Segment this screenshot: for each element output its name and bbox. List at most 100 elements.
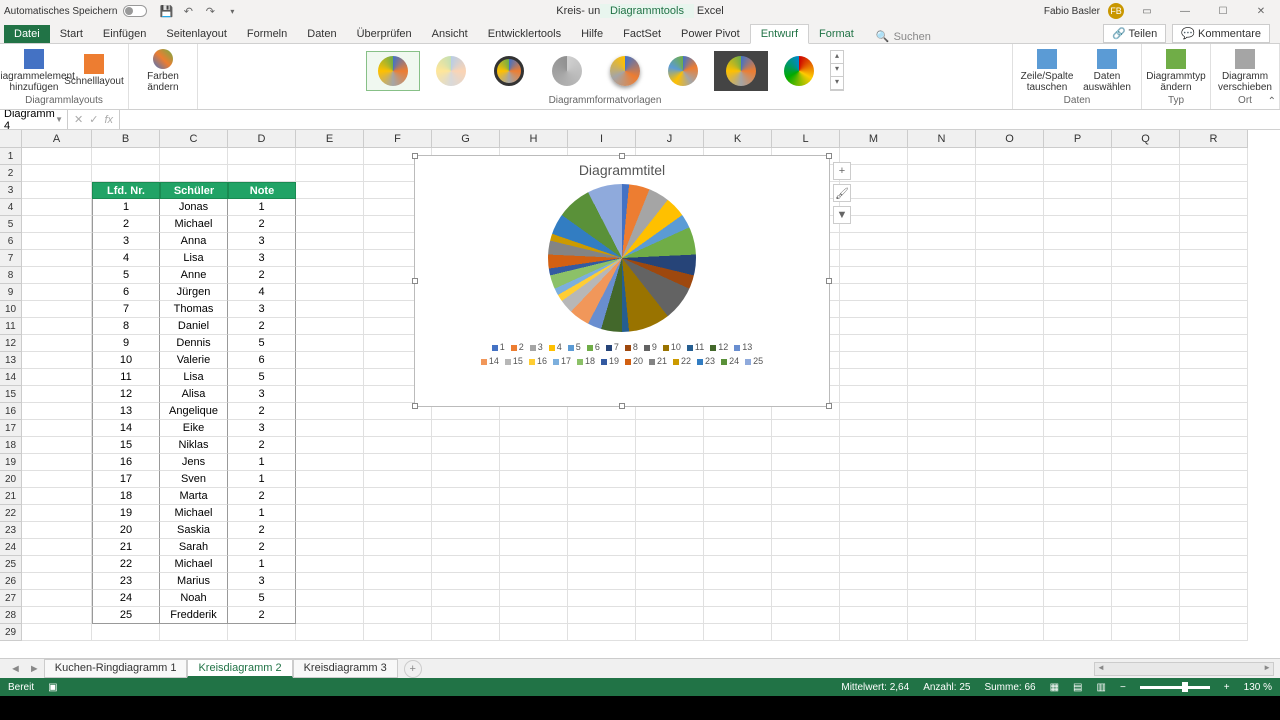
cell[interactable]	[840, 403, 908, 420]
cell[interactable]	[704, 420, 772, 437]
cell[interactable]	[160, 624, 228, 641]
cell[interactable]	[1044, 352, 1112, 369]
cell[interactable]	[364, 624, 432, 641]
tab-ansicht[interactable]: Ansicht	[422, 25, 478, 43]
cell[interactable]	[1044, 607, 1112, 624]
cell[interactable]: 13	[92, 403, 160, 420]
cell[interactable]	[1044, 335, 1112, 352]
cell[interactable]	[432, 556, 500, 573]
tab-formeln[interactable]: Formeln	[237, 25, 297, 43]
cell[interactable]	[296, 352, 364, 369]
column-header[interactable]: E	[296, 130, 364, 148]
add-chart-element-button[interactable]: Diagrammelement hinzufügen	[6, 49, 62, 93]
cell[interactable]	[976, 284, 1044, 301]
cell[interactable]	[1112, 301, 1180, 318]
cell[interactable]	[976, 335, 1044, 352]
cell[interactable]: 17	[92, 471, 160, 488]
pie-chart[interactable]	[548, 184, 696, 332]
fx-icon[interactable]: fx	[104, 114, 113, 126]
cell[interactable]: 15	[92, 437, 160, 454]
cell[interactable]	[296, 471, 364, 488]
chart-title[interactable]: Diagrammtitel	[415, 156, 829, 180]
cell[interactable]	[636, 471, 704, 488]
formula-bar[interactable]	[120, 110, 1280, 129]
change-colors-button[interactable]: Farben ändern	[135, 49, 191, 93]
change-chart-type-button[interactable]: Diagrammtyp ändern	[1148, 49, 1204, 93]
cell[interactable]	[1112, 607, 1180, 624]
cell[interactable]	[1112, 182, 1180, 199]
cell[interactable]	[22, 318, 92, 335]
cell[interactable]	[22, 165, 92, 182]
cell[interactable]: Michael	[160, 556, 228, 573]
cell[interactable]	[976, 148, 1044, 165]
cell[interactable]	[1044, 573, 1112, 590]
cell[interactable]	[1180, 250, 1248, 267]
cell[interactable]	[432, 454, 500, 471]
resize-handle[interactable]	[619, 403, 625, 409]
legend-item[interactable]: 11	[687, 340, 704, 354]
row-header[interactable]: 14	[0, 369, 22, 386]
cell[interactable]	[1112, 471, 1180, 488]
cell[interactable]	[22, 607, 92, 624]
row-header[interactable]: 2	[0, 165, 22, 182]
cell[interactable]: Marta	[160, 488, 228, 505]
legend-item[interactable]: 8	[625, 340, 638, 354]
cell[interactable]	[1044, 488, 1112, 505]
cell[interactable]	[1180, 590, 1248, 607]
cell[interactable]	[1044, 301, 1112, 318]
cell[interactable]	[364, 590, 432, 607]
cell[interactable]	[840, 437, 908, 454]
cell[interactable]	[908, 522, 976, 539]
tab-überprüfen[interactable]: Überprüfen	[347, 25, 422, 43]
cell[interactable]: Marius	[160, 573, 228, 590]
cell[interactable]	[92, 148, 160, 165]
cell[interactable]	[908, 386, 976, 403]
cell[interactable]	[1044, 284, 1112, 301]
cell[interactable]	[908, 573, 976, 590]
cell[interactable]	[296, 386, 364, 403]
cell[interactable]	[1112, 165, 1180, 182]
cell[interactable]: 2	[228, 267, 296, 284]
cell[interactable]	[364, 420, 432, 437]
cell[interactable]	[772, 607, 840, 624]
cell[interactable]	[22, 250, 92, 267]
cell[interactable]: Lfd. Nr.	[92, 182, 160, 199]
cell[interactable]	[908, 335, 976, 352]
cell[interactable]	[908, 539, 976, 556]
cell[interactable]: 3	[228, 420, 296, 437]
cell[interactable]	[22, 267, 92, 284]
legend-item[interactable]: 22	[673, 354, 691, 368]
legend-item[interactable]: 14	[481, 354, 499, 368]
row-header[interactable]: 15	[0, 386, 22, 403]
cell[interactable]	[976, 505, 1044, 522]
cell[interactable]	[1180, 539, 1248, 556]
cell[interactable]	[296, 165, 364, 182]
cell[interactable]	[296, 250, 364, 267]
cell[interactable]: 3	[228, 573, 296, 590]
cell[interactable]	[704, 607, 772, 624]
cell[interactable]	[840, 505, 908, 522]
row-header[interactable]: 23	[0, 522, 22, 539]
tab-start[interactable]: Start	[50, 25, 93, 43]
cell[interactable]	[976, 233, 1044, 250]
legend-item[interactable]: 10	[663, 340, 681, 354]
cell[interactable]	[296, 267, 364, 284]
cell[interactable]	[908, 607, 976, 624]
cell[interactable]	[296, 437, 364, 454]
chart-style-7[interactable]	[714, 51, 768, 91]
cell[interactable]: 2	[228, 403, 296, 420]
cell[interactable]: 2	[228, 437, 296, 454]
autosave-toggle[interactable]	[123, 5, 147, 17]
tab-seitenlayout[interactable]: Seitenlayout	[156, 25, 237, 43]
cell[interactable]	[908, 454, 976, 471]
cell[interactable]	[976, 267, 1044, 284]
cell[interactable]	[840, 267, 908, 284]
tab-entwicklertools[interactable]: Entwicklertools	[478, 25, 571, 43]
cell[interactable]	[296, 590, 364, 607]
cell[interactable]	[364, 488, 432, 505]
cell[interactable]	[636, 573, 704, 590]
row-header[interactable]: 3	[0, 182, 22, 199]
cell[interactable]	[908, 420, 976, 437]
cell[interactable]	[1180, 335, 1248, 352]
column-header[interactable]: R	[1180, 130, 1248, 148]
